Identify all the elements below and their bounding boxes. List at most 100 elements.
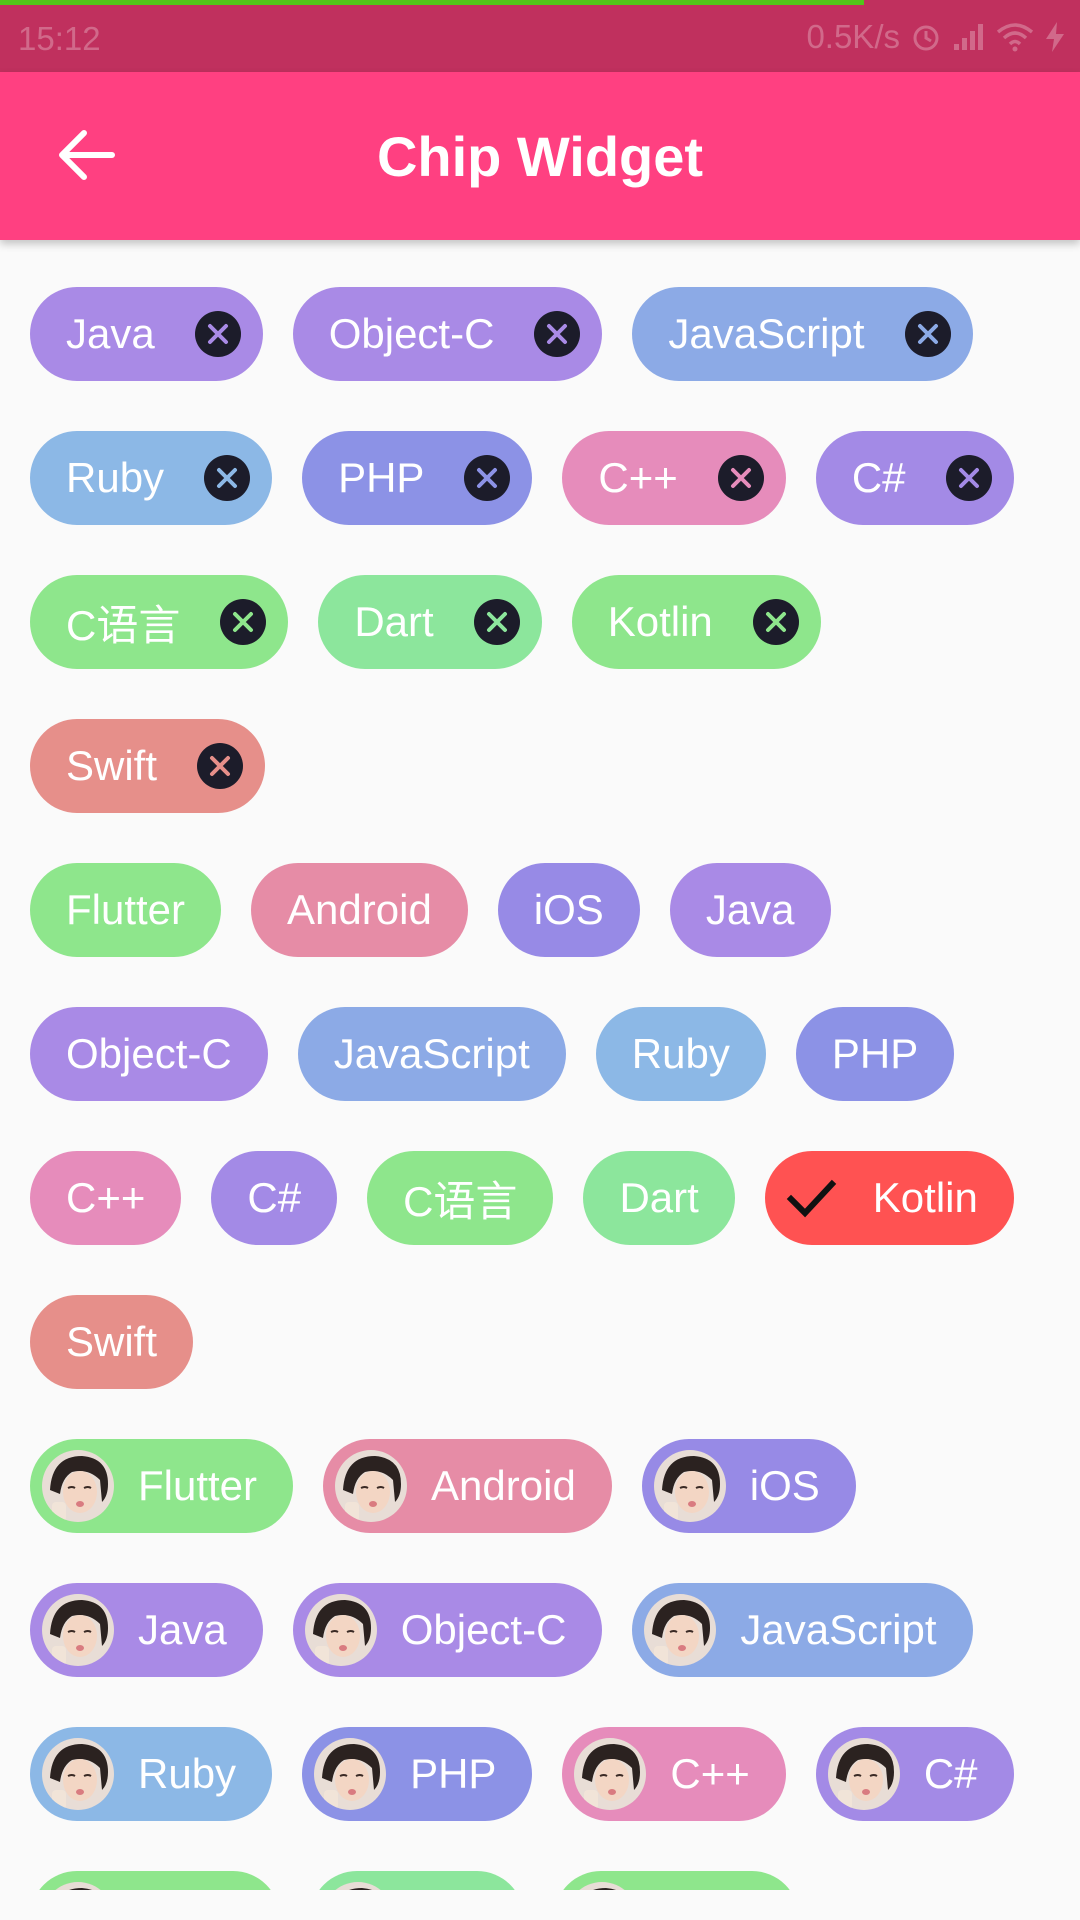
- chip-label: Swift: [66, 742, 158, 789]
- choice-chip-selected[interactable]: Kotlin: [764, 1151, 1014, 1245]
- chip-label: JavaScript: [668, 310, 865, 357]
- chip-row: Ruby PHP C++ C#: [30, 431, 1014, 525]
- deletable-chip[interactable]: PHP: [302, 431, 533, 525]
- chip-row: Object-C JavaScript Ruby PHP: [30, 1007, 955, 1101]
- avatar-chip[interactable]: Java: [30, 1583, 263, 1677]
- chip-label: JavaScript: [740, 1606, 937, 1653]
- alarm-icon: [913, 25, 939, 51]
- deletable-chip[interactable]: Swift: [30, 719, 266, 813]
- chip-label: iOS: [533, 886, 604, 933]
- chip-label: PHP: [410, 1750, 497, 1797]
- delete-icon[interactable]: [945, 455, 992, 501]
- status-icons: 0.5K/s: [806, 18, 1066, 56]
- network-speed: 0.5K/s: [806, 18, 900, 55]
- deletable-chip[interactable]: Object-C: [292, 287, 603, 381]
- chip-label: Kotlin: [872, 1174, 978, 1221]
- avatar: [42, 1882, 114, 1890]
- delete-icon[interactable]: [904, 311, 951, 357]
- chip-label: Android: [287, 886, 432, 933]
- chip-row: Flutter Android iOS Java: [30, 863, 831, 957]
- choice-chip[interactable]: Dart: [583, 1151, 735, 1245]
- delete-icon[interactable]: [197, 743, 244, 789]
- choice-chip[interactable]: iOS: [497, 863, 640, 957]
- avatar-chip[interactable]: [310, 1871, 524, 1890]
- chip-row: Swift: [30, 1295, 194, 1389]
- chip-row: Swift: [30, 719, 266, 813]
- chip-label: Flutter: [138, 1462, 258, 1509]
- choice-chip[interactable]: C语言: [367, 1151, 554, 1245]
- chip-row: Java Object-C JavaScript: [30, 1583, 973, 1677]
- avatar-chip[interactable]: C++: [562, 1727, 786, 1821]
- avatar: [335, 1450, 408, 1522]
- delete-icon[interactable]: [464, 455, 511, 501]
- deletable-chip[interactable]: C++: [562, 431, 786, 525]
- chip-label: Java: [705, 886, 795, 933]
- delete-icon[interactable]: [220, 599, 267, 645]
- deletable-chip[interactable]: Kotlin: [571, 575, 821, 669]
- choice-chip[interactable]: Java: [669, 863, 831, 957]
- deletable-chip[interactable]: Ruby: [30, 431, 273, 525]
- chip-row: Ruby PHP C++ C#: [30, 1727, 1014, 1821]
- avatar: [304, 1594, 377, 1666]
- chip-label: Ruby: [138, 1750, 237, 1797]
- wifi-icon: [996, 23, 1034, 52]
- choice-chip[interactable]: Swift: [30, 1295, 194, 1389]
- choice-chip[interactable]: Flutter: [30, 863, 222, 957]
- chip-label: Flutter: [66, 886, 186, 933]
- chip-label: C语言: [403, 1177, 518, 1225]
- choice-chip[interactable]: Android: [251, 863, 468, 957]
- delete-icon[interactable]: [473, 599, 520, 645]
- avatar: [42, 1738, 114, 1810]
- avatar-chip[interactable]: C#: [815, 1727, 1014, 1821]
- avatar: [653, 1450, 726, 1522]
- chip-label: C#: [851, 454, 906, 501]
- status-bar: 15:12 0.5K/s: [0, 0, 1080, 72]
- check-icon: [786, 1179, 837, 1218]
- chip-label: Object-C: [66, 1030, 232, 1077]
- deletable-chip[interactable]: C#: [815, 431, 1014, 525]
- avatar-chip[interactable]: Object-C: [292, 1583, 603, 1677]
- chip-label: Android: [431, 1462, 576, 1509]
- choice-chip[interactable]: Object-C: [30, 1007, 268, 1101]
- chip-row: [30, 1871, 799, 1890]
- deletable-chip[interactable]: Java: [30, 287, 263, 381]
- chip-row: C语言 Dart Kotlin: [30, 575, 821, 669]
- avatar-chip[interactable]: [554, 1871, 799, 1890]
- avatar: [322, 1882, 394, 1890]
- deletable-chip[interactable]: C语言: [30, 575, 289, 669]
- chip-label: Object-C: [328, 310, 495, 357]
- delete-icon[interactable]: [194, 311, 241, 357]
- chip-label: C++: [66, 1174, 146, 1221]
- delete-icon[interactable]: [204, 455, 251, 501]
- avatar-chip[interactable]: PHP: [302, 1727, 533, 1821]
- chip-label: C++: [670, 1750, 750, 1797]
- avatar: [42, 1594, 114, 1666]
- avatar-chip[interactable]: Flutter: [30, 1439, 294, 1533]
- avatar-chip[interactable]: [30, 1871, 280, 1890]
- deletable-chip[interactable]: Dart: [318, 575, 542, 669]
- chip-label: Dart: [354, 598, 434, 645]
- avatar: [42, 1450, 114, 1522]
- choice-chip[interactable]: C#: [211, 1151, 338, 1245]
- choice-chip[interactable]: JavaScript: [297, 1007, 566, 1101]
- loading-progress-bar: [0, 0, 864, 5]
- chip-label: iOS: [749, 1462, 820, 1509]
- delete-icon[interactable]: [534, 311, 581, 357]
- chip-row: C++ C# C语言 Dart Kotlin: [30, 1151, 1014, 1245]
- choice-chip[interactable]: Ruby: [595, 1007, 766, 1101]
- avatar-chip[interactable]: Android: [323, 1439, 612, 1533]
- choice-chip[interactable]: PHP: [795, 1007, 955, 1101]
- chip-list: Java Object-C JavaScript Ruby PHP C++ C# C语言 D…: [0, 240, 1080, 1890]
- delete-icon[interactable]: [752, 599, 799, 645]
- avatar-chip[interactable]: JavaScript: [632, 1583, 973, 1677]
- avatar: [574, 1738, 647, 1810]
- delete-icon[interactable]: [717, 455, 764, 501]
- deletable-chip[interactable]: JavaScript: [632, 287, 973, 381]
- status-time: 15:12: [18, 20, 101, 57]
- avatar-chip[interactable]: iOS: [641, 1439, 856, 1533]
- chip-label: PHP: [831, 1030, 919, 1077]
- chip-label: Swift: [66, 1318, 158, 1365]
- avatar-chip[interactable]: Ruby: [30, 1727, 273, 1821]
- avatar: [827, 1738, 900, 1810]
- choice-chip[interactable]: C++: [30, 1151, 182, 1245]
